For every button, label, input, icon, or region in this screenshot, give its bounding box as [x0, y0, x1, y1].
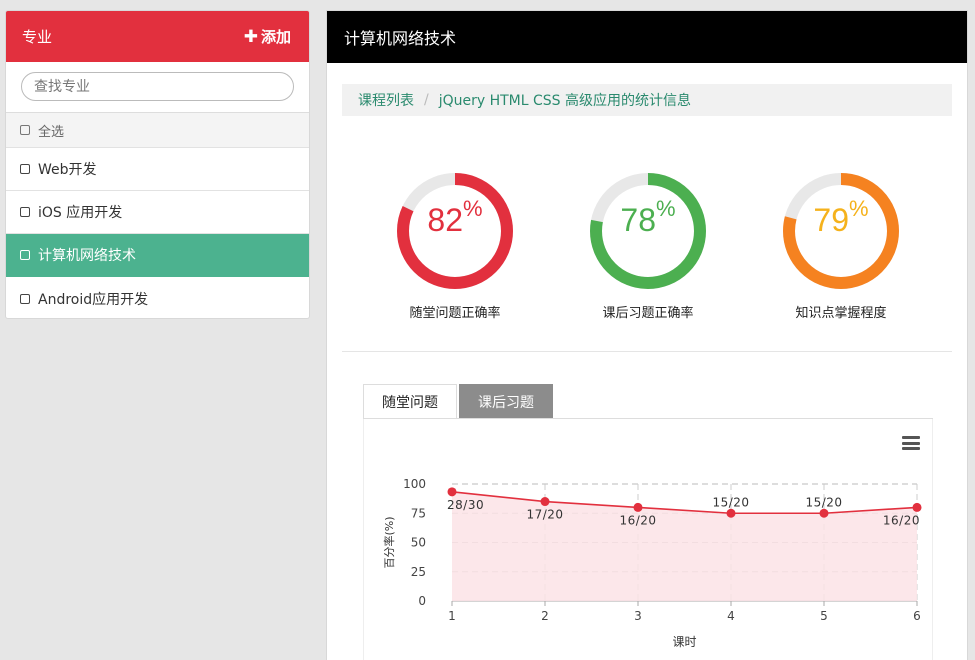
chart-container: 0 25 50 75 100 1 2 3 4 5 6 28/30 17/20 16/20 15/20 15/2…: [363, 419, 933, 660]
y-tick-label: 100: [403, 477, 426, 491]
section-divider: [342, 351, 952, 352]
sidebar-title: 专业: [22, 28, 53, 46]
tab-homework[interactable]: 课后习题: [459, 384, 553, 419]
x-tick-label: 6: [913, 609, 921, 623]
data-point: [912, 502, 922, 512]
sidebar-item-network[interactable]: 计算机网络技术: [6, 234, 309, 277]
gauge-unit: %: [463, 196, 483, 221]
gauge-value: 78%: [583, 196, 713, 239]
breadcrumb-separator: /: [424, 92, 429, 108]
gauge-value: 82%: [390, 196, 520, 239]
data-point: [447, 487, 457, 497]
select-all-label: 全选: [38, 124, 65, 140]
data-point: [633, 502, 643, 512]
gauge-number: 82: [427, 202, 464, 238]
sidebar-item-label: Web开发: [38, 162, 97, 178]
search-area: [6, 62, 309, 113]
gauge-unit: %: [656, 196, 676, 221]
breadcrumb-course-list-link[interactable]: 课程列表: [358, 90, 414, 110]
main-panel: 计算机网络技术 课程列表 / jQuery HTML CSS 高级应用的统计信息…: [326, 10, 968, 660]
major-sidebar: 专业 ✚ 添加 全选 Web开发 iOS 应用开发 计算机网络技术 Androi…: [5, 10, 310, 319]
x-tick-label: 2: [541, 609, 549, 623]
breadcrumb: 课程列表 / jQuery HTML CSS 高级应用的统计信息: [342, 84, 952, 116]
search-input[interactable]: [21, 72, 294, 101]
x-tick-label: 5: [820, 609, 828, 623]
sidebar-item-label: Android应用开发: [38, 291, 149, 308]
chart-tabs: 随堂问题 课后习题: [363, 384, 555, 419]
x-axis-title: 课时: [672, 635, 696, 649]
tab-class-questions[interactable]: 随堂问题: [363, 384, 457, 419]
series-area: [452, 491, 917, 601]
gauge-value: 79%: [776, 196, 906, 239]
checkbox-icon: [20, 207, 30, 217]
checkbox-icon: [20, 293, 30, 304]
data-label: 15/20: [712, 495, 749, 509]
data-label: 16/20: [883, 513, 920, 527]
sidebar-item-android[interactable]: Android应用开发: [6, 277, 309, 318]
y-axis-title: 百分率(%): [382, 516, 396, 568]
sidebar-header: 专业 ✚ 添加: [6, 11, 309, 62]
data-point: [540, 497, 550, 507]
select-all-checkbox[interactable]: 全选: [6, 113, 309, 148]
x-tick-label: 3: [634, 609, 642, 623]
data-label: 16/20: [619, 513, 656, 527]
checkbox-icon: [20, 164, 30, 174]
x-tick-label: 1: [448, 609, 456, 623]
gauge-label: 随堂问题正确率: [409, 306, 501, 321]
breadcrumb-current: jQuery HTML CSS 高级应用的统计信息: [438, 93, 692, 109]
line-chart: 0 25 50 75 100 1 2 3 4 5 6 28/30 17/20 16/20 15/20 15/2…: [382, 477, 922, 649]
gauge-number: 79: [813, 202, 850, 238]
sidebar-item-label: 计算机网络技术: [38, 248, 136, 264]
gauge-homework-accuracy: 78% 课后习题正确率: [583, 166, 713, 321]
data-point: [819, 508, 829, 518]
data-label: 28/30: [447, 498, 484, 512]
sidebar-item-web[interactable]: Web开发: [6, 148, 309, 191]
add-major-button[interactable]: ✚ 添加: [244, 26, 291, 47]
x-tick-label: 4: [727, 609, 735, 623]
data-point: [726, 508, 736, 518]
y-tick-label: 0: [418, 594, 426, 608]
page-title: 计算机网络技术: [327, 11, 967, 63]
gauge-class-question-accuracy: 82% 随堂问题正确率: [390, 166, 520, 321]
data-label: 15/20: [805, 495, 842, 509]
gauge-unit: %: [849, 196, 869, 221]
sidebar-item-ios[interactable]: iOS 应用开发: [6, 191, 309, 234]
y-tick-label: 25: [411, 565, 426, 579]
add-label: 添加: [260, 28, 291, 46]
y-tick-label: 50: [411, 536, 426, 550]
plus-icon: ✚: [243, 26, 258, 47]
gauge-knowledge-mastery: 79% 知识点掌握程度: [776, 166, 906, 321]
gauge-label: 知识点掌握程度: [795, 306, 887, 321]
checkbox-icon: [20, 250, 30, 260]
sidebar-item-label: iOS 应用开发: [38, 205, 123, 221]
data-label: 17/20: [526, 508, 563, 522]
y-tick-label: 75: [411, 506, 426, 520]
checkbox-icon: [20, 125, 30, 135]
gauge-number: 78: [620, 202, 657, 238]
gauge-label: 课后习题正确率: [602, 306, 694, 321]
